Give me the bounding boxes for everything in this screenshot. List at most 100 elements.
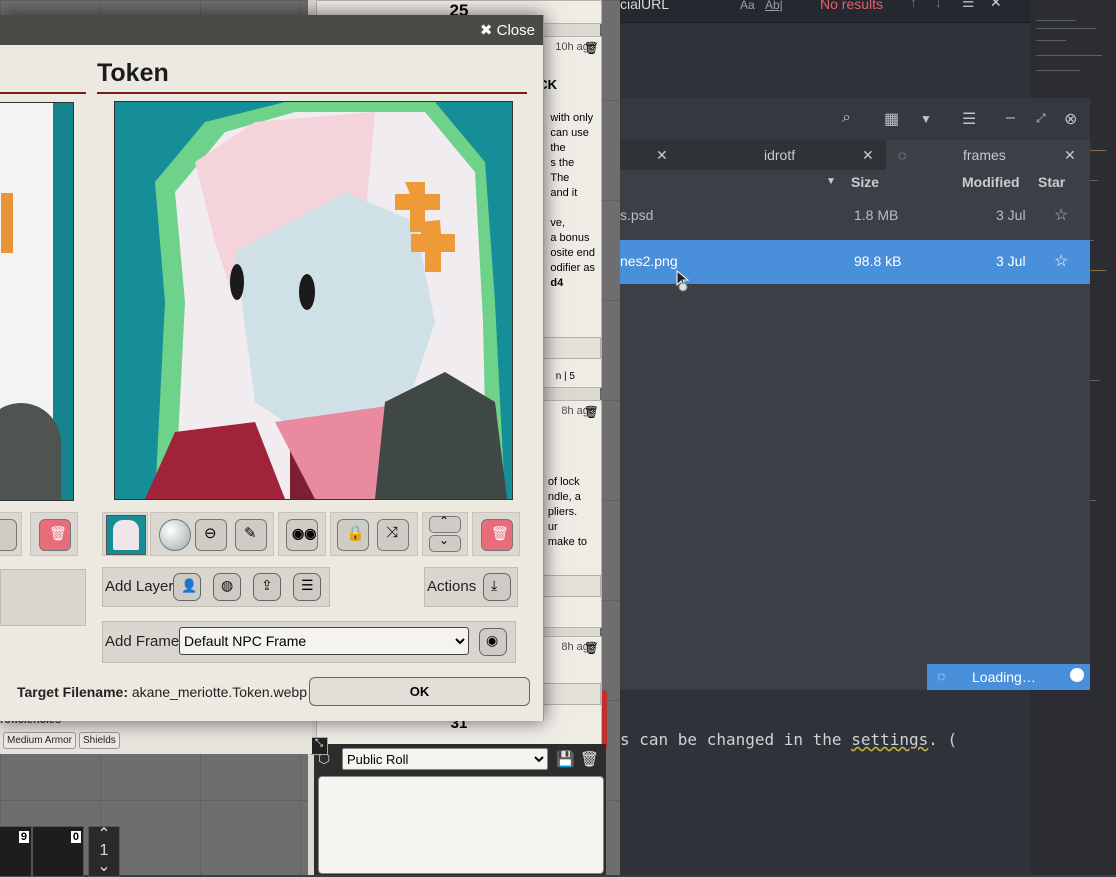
restore-icon[interactable]: ⤢ xyxy=(1036,111,1046,126)
close-button[interactable]: ✖ Close xyxy=(480,21,535,39)
chat-message-input[interactable] xyxy=(318,776,604,874)
center-button[interactable]: ⤨ xyxy=(377,519,409,551)
token-preview xyxy=(114,101,513,500)
window-close-icon[interactable]: ⊗ xyxy=(1064,109,1077,129)
lock-group: 🔒 ⤨ xyxy=(330,512,418,556)
menu-icon[interactable]: ☰ xyxy=(962,0,975,11)
delete-group: 🗑 xyxy=(472,512,520,556)
chevron-down-icon: ⌄ xyxy=(439,533,450,547)
delete-layer-button[interactable]: 🗑 xyxy=(481,519,513,551)
code-line: s can be changed in the settings. ( xyxy=(620,730,958,749)
eyedropper-button[interactable]: ✎ xyxy=(235,519,267,551)
ok-button[interactable]: OK xyxy=(309,677,530,706)
search-input[interactable]: cialURL xyxy=(620,0,669,12)
trash-icon[interactable]: 🗑 xyxy=(580,750,599,768)
dialog-titlebar[interactable]: ✖ Close xyxy=(0,15,543,45)
frame-user-button[interactable]: ◉ xyxy=(479,628,507,656)
eyedropper-icon: ✎ xyxy=(244,525,257,542)
roll-mode-select[interactable]: Public Roll xyxy=(342,748,548,770)
next-match-icon[interactable]: ↓ xyxy=(935,0,942,10)
trash-icon[interactable]: 🗑 xyxy=(584,641,599,655)
file-manager-header: ⌕ ▦ ▼ ☰ – ⤢ ⊗ xyxy=(620,98,1090,140)
save-icon[interactable]: 💾 xyxy=(556,750,575,768)
close-tab-icon[interactable]: ✕ xyxy=(1064,140,1076,170)
hamburger-menu-icon[interactable]: ☰ xyxy=(962,109,976,129)
tab-bar: ✕ idrotf ✕ ◌ frames ✕ xyxy=(620,140,1090,170)
prev-match-icon[interactable]: ↑ xyxy=(910,0,917,10)
star-icon[interactable]: ☆ xyxy=(1054,251,1068,271)
layer-options-group: ⊖ ✎ xyxy=(150,512,274,556)
chevron-down-icon[interactable]: ▼ xyxy=(920,112,932,126)
trash-icon: 🗑 xyxy=(491,525,509,541)
trash-icon[interactable]: 🗑 xyxy=(584,405,599,419)
move-layer-button[interactable] xyxy=(0,519,17,551)
tab-idrotf[interactable]: idrotf ✕ xyxy=(716,140,886,170)
add-frame-label: Add Frame xyxy=(105,633,180,650)
download-button[interactable]: ⤓ xyxy=(483,573,511,601)
scrollbar[interactable] xyxy=(602,690,607,750)
remove-color-button[interactable]: ⊖ xyxy=(195,519,227,551)
lock-button[interactable]: 🔒 xyxy=(337,519,369,551)
column-size[interactable]: Size xyxy=(851,174,879,190)
macro-hotbar: 9 0 ⌃ 1 ⌄ xyxy=(0,826,120,877)
loading-spinner-icon: ◌ xyxy=(898,147,907,163)
hotbar-slot[interactable]: 0 xyxy=(32,826,84,877)
minus-circle-icon: ⊖ xyxy=(204,525,217,542)
delete-group: 🗑 xyxy=(30,512,78,556)
trash-icon[interactable]: 🗑 xyxy=(584,41,599,55)
hotbar-slot[interactable]: 9 xyxy=(0,826,32,877)
left-panel xyxy=(0,569,86,626)
column-modified[interactable]: Modified xyxy=(962,174,1020,190)
dialog-body: 🗑 Token ⊖ ✎ ◉◉ 🔒 ⤨ ⌃ ⌄ 🗑 Add Layer 👤 ◍ ⇪… xyxy=(0,45,543,721)
portrait-preview xyxy=(0,102,74,501)
add-layer-panel: Add Layer 👤 ◍ ⇪ ☰ xyxy=(102,567,330,607)
file-row-selected[interactable]: nes2.png 98.8 kB 3 Jul ☆ xyxy=(620,240,1090,284)
delete-layer-button[interactable]: 🗑 xyxy=(39,519,71,551)
mask-group: ◉◉ xyxy=(278,512,326,556)
resize-handle-icon[interactable]: ⤡ xyxy=(310,737,328,755)
layer-thumbnail[interactable] xyxy=(106,515,146,555)
message-text: with only can use the s the The and it ve, a bo… xyxy=(550,112,595,289)
match-case-toggle[interactable]: Aa xyxy=(740,0,755,12)
search-icon[interactable]: ⌕ xyxy=(842,109,851,127)
add-layer-upload-button[interactable]: ⇪ xyxy=(253,573,281,601)
add-layer-list-button[interactable]: ☰ xyxy=(293,573,321,601)
color-picker-button[interactable] xyxy=(159,519,191,551)
minimize-icon[interactable]: – xyxy=(1006,109,1015,127)
tab-frames[interactable]: ◌ frames ✕ xyxy=(886,140,1090,170)
add-layer-user-button[interactable]: 👤 xyxy=(173,573,201,601)
close-tab-icon[interactable]: ✕ xyxy=(862,140,874,170)
sort-arrow-icon[interactable]: ▼ xyxy=(826,176,836,187)
upload-icon: ⇪ xyxy=(261,577,273,593)
chevron-up-icon: ⌃ xyxy=(439,514,450,528)
move-layer-down-button[interactable]: ⌄ xyxy=(429,533,461,552)
section-title: Token xyxy=(97,59,169,87)
column-star[interactable]: Star xyxy=(1038,174,1065,190)
add-layer-web-button[interactable]: ◍ xyxy=(213,573,241,601)
file-row[interactable]: s.psd 1.8 MB 3 Jul ☆ xyxy=(620,194,1090,238)
grid-view-icon[interactable]: ▦ xyxy=(884,109,899,129)
layer-thumbnail-group xyxy=(102,512,148,556)
proficiency-tag[interactable]: Shields xyxy=(79,732,120,749)
move-layer-up-button[interactable]: ⌃ xyxy=(429,514,461,533)
file-manager-window: ⌕ ▦ ▼ ☰ – ⤢ ⊗ ✕ idrotf ✕ ◌ frames ✕ ▼ Size … xyxy=(620,98,1090,690)
find-bar: cialURL Aa Ab| No results ↑ ↓ ☰ ✕ xyxy=(620,0,1030,14)
section-divider xyxy=(0,92,86,94)
mask-button[interactable]: ◉◉ xyxy=(286,519,318,551)
actions-label: Actions xyxy=(427,578,477,595)
actions-panel: Actions ⤓ xyxy=(424,567,518,607)
stop-icon[interactable] xyxy=(1070,668,1084,682)
mouse-cursor-icon xyxy=(676,270,690,292)
close-search-icon[interactable]: ✕ xyxy=(990,0,1002,11)
whole-word-toggle[interactable]: Ab| xyxy=(765,0,783,12)
frame-select[interactable]: Default NPC Frame xyxy=(179,627,469,655)
hotbar-page-control[interactable]: ⌃ 1 ⌄ xyxy=(88,826,120,877)
star-icon[interactable]: ☆ xyxy=(1054,205,1068,225)
user-icon: 👤 xyxy=(181,578,198,593)
spinner-icon: ◌ xyxy=(937,668,946,684)
section-divider xyxy=(97,92,527,94)
column-headers: ▼ Size Modified Star xyxy=(620,170,1090,194)
close-tab-icon[interactable]: ✕ xyxy=(656,140,668,170)
proficiency-tag[interactable]: Medium Armor xyxy=(3,732,77,749)
trash-icon: 🗑 xyxy=(49,525,67,541)
